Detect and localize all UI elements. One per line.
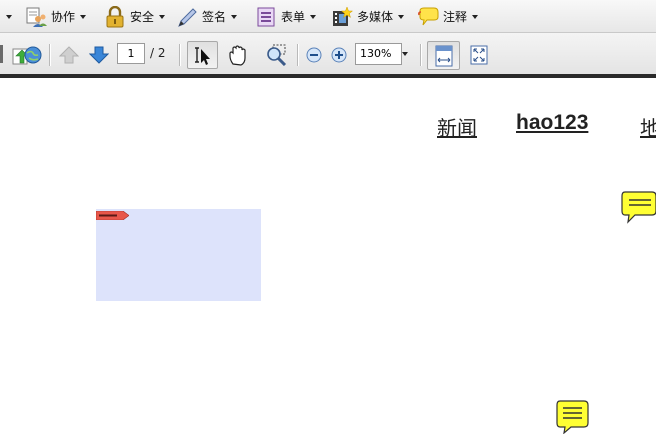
marquee-zoom-icon[interactable]: [265, 44, 289, 69]
link-map[interactable]: 地: [640, 112, 656, 141]
zoom-level-value: 130%: [360, 47, 392, 60]
film-icon: [331, 5, 354, 28]
form-field-highlight[interactable]: [96, 209, 261, 301]
page-number-input[interactable]: [117, 43, 145, 64]
hand-icon[interactable]: [227, 44, 249, 69]
toolbar-separator: [420, 44, 422, 66]
menu-sign-label: 签名: [202, 10, 227, 24]
page-total: / 2: [150, 46, 166, 60]
chevron-down-icon: [80, 14, 87, 19]
toolbar-separator: [49, 44, 51, 66]
panel-edge-icon[interactable]: [0, 45, 4, 66]
toolbar-separator: [179, 44, 181, 66]
zoom-out-icon[interactable]: [306, 47, 322, 66]
menu-multimedia-label: 多媒体: [357, 10, 394, 24]
zoom-level-field[interactable]: 130%: [355, 43, 402, 65]
previous-page-icon[interactable]: [58, 45, 80, 68]
menu-sign[interactable]: 签名: [176, 0, 238, 33]
comment-note-icon[interactable]: [555, 397, 591, 437]
menu-collaborate-label: 协作: [51, 10, 76, 24]
comment-icon: [417, 6, 439, 28]
chevron-down-icon: [159, 14, 166, 19]
overflow-caret-icon[interactable]: [6, 15, 12, 19]
upload-icon[interactable]: [12, 43, 42, 70]
menu-security-label: 安全: [130, 10, 155, 24]
menu-forms[interactable]: 表单: [255, 0, 317, 33]
chevron-down-icon: [398, 14, 405, 19]
link-news[interactable]: 新闻: [437, 112, 477, 141]
comment-note-icon[interactable]: [621, 190, 656, 227]
chevron-down-icon[interactable]: [402, 52, 408, 56]
select-tool-button[interactable]: [187, 41, 218, 69]
form-icon: [255, 6, 277, 28]
chevron-down-icon: [472, 14, 479, 19]
field-tag-icon: [95, 209, 130, 221]
fit-width-button[interactable]: [427, 41, 460, 70]
fit-width-icon: [435, 45, 453, 70]
chevron-down-icon: [231, 14, 238, 19]
menu-comment[interactable]: 注释: [417, 0, 479, 33]
next-page-icon[interactable]: [88, 45, 110, 68]
menu-multimedia[interactable]: 多媒体: [331, 0, 405, 33]
menu-collaborate[interactable]: 协作: [25, 0, 87, 33]
menu-comment-label: 注释: [443, 10, 468, 24]
pen-icon: [176, 6, 198, 28]
text-select-icon: [193, 46, 213, 69]
toolbar-separator: [297, 44, 299, 66]
link-hao123[interactable]: hao123: [516, 111, 588, 135]
chevron-down-icon: [310, 14, 317, 19]
menu-toolbar: 协作 安全 签名 表单 多媒体 注释: [0, 0, 656, 33]
collaborate-icon: [25, 6, 47, 28]
zoom-in-icon[interactable]: [331, 47, 347, 66]
menu-forms-label: 表单: [281, 10, 306, 24]
fit-page-icon[interactable]: [470, 45, 488, 68]
menu-security[interactable]: 安全: [104, 0, 166, 33]
lock-icon: [104, 5, 126, 28]
